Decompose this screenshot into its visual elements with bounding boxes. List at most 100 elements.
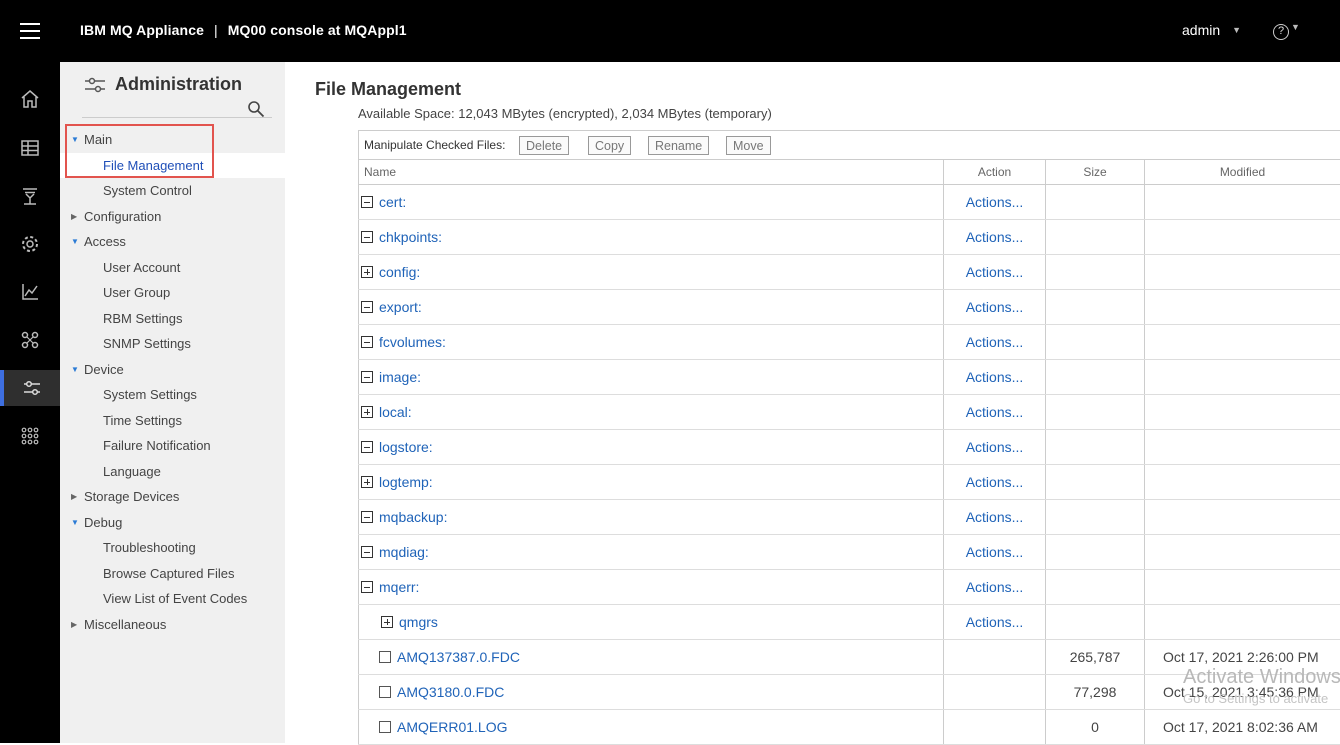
directory-link[interactable]: chkpoints: <box>379 229 442 245</box>
title-separator: | <box>204 22 228 38</box>
directory-link[interactable]: logtemp: <box>379 474 433 490</box>
administration-icon[interactable] <box>0 370 60 406</box>
directory-link[interactable]: local: <box>379 404 412 420</box>
file-link[interactable]: AMQ3180.0.FDC <box>397 684 504 700</box>
file-size <box>1046 535 1145 570</box>
collapse-folder-icon[interactable] <box>361 511 373 523</box>
nav-item-label: User Group <box>103 280 170 305</box>
file-checkbox[interactable] <box>379 686 391 698</box>
search-icon[interactable] <box>247 100 265 123</box>
copy-button[interactable]: Copy <box>588 136 631 155</box>
delete-button[interactable]: Delete <box>519 136 569 155</box>
nav-group-label: Access <box>84 229 126 254</box>
gear-icon[interactable] <box>0 226 60 262</box>
file-checkbox[interactable] <box>379 651 391 663</box>
chart-icon[interactable] <box>0 274 60 310</box>
nav-item-user-account[interactable]: User Account <box>60 255 285 280</box>
directory-link[interactable]: mqerr: <box>379 579 419 595</box>
actions-link[interactable]: Actions... <box>944 255 1046 290</box>
directory-link[interactable]: qmgrs <box>399 614 438 630</box>
expand-folder-icon[interactable] <box>381 616 393 628</box>
directory-link[interactable]: image: <box>379 369 421 385</box>
nav-item-browse-captured-files[interactable]: Browse Captured Files <box>60 561 285 586</box>
nav-group-miscellaneous[interactable]: ▶Miscellaneous <box>60 612 285 637</box>
directory-link[interactable]: config: <box>379 264 420 280</box>
nav-group-debug[interactable]: ▼Debug <box>60 510 285 535</box>
nav-group-main[interactable]: ▼Main <box>60 127 285 152</box>
nav-item-rbm-settings[interactable]: RBM Settings <box>60 306 285 331</box>
nav-item-snmp-settings[interactable]: SNMP Settings <box>60 331 285 356</box>
directory-link[interactable]: cert: <box>379 194 406 210</box>
directory-link[interactable]: mqbackup: <box>379 509 447 525</box>
table-icon[interactable] <box>0 130 60 166</box>
collapse-folder-icon[interactable] <box>361 301 373 313</box>
directory-link[interactable]: mqdiag: <box>379 544 429 560</box>
expand-folder-icon[interactable] <box>361 406 373 418</box>
collapse-folder-icon[interactable] <box>361 196 373 208</box>
actions-link[interactable]: Actions... <box>944 185 1046 220</box>
nav-group-configuration[interactable]: ▶Configuration <box>60 204 285 229</box>
collapse-folder-icon[interactable] <box>361 231 373 243</box>
file-link[interactable]: AMQERR01.LOG <box>397 719 507 735</box>
nav-title: Administration <box>115 74 242 95</box>
table-row: export: Actions... <box>359 290 1340 325</box>
nav-item-system-settings[interactable]: System Settings <box>60 382 285 407</box>
actions-link[interactable]: Actions... <box>944 535 1046 570</box>
actions-link[interactable]: Actions... <box>944 605 1046 640</box>
more-icon[interactable] <box>0 418 60 454</box>
actions-link[interactable]: Actions... <box>944 325 1046 360</box>
actions-link[interactable]: Actions... <box>944 465 1046 500</box>
nav-item-file-management[interactable]: File Management <box>60 153 285 178</box>
nav-item-failure-notification[interactable]: Failure Notification <box>60 433 285 458</box>
nav-group-device[interactable]: ▼Device <box>60 357 285 382</box>
file-checkbox[interactable] <box>379 721 391 733</box>
table-row: mqerr: Actions... <box>359 570 1340 605</box>
actions-link[interactable]: Actions... <box>944 395 1046 430</box>
collapse-triangle-icon: ▶ <box>71 204 77 229</box>
file-link[interactable]: AMQ137387.0.FDC <box>397 649 520 665</box>
actions-link[interactable]: Actions... <box>944 220 1046 255</box>
expand-folder-icon[interactable] <box>361 476 373 488</box>
nav-item-time-settings[interactable]: Time Settings <box>60 408 285 433</box>
network-icon[interactable] <box>0 322 60 358</box>
column-header-modified[interactable]: Modified <box>1145 160 1340 185</box>
nav-item-troubleshooting[interactable]: Troubleshooting <box>60 535 285 560</box>
collapse-folder-icon[interactable] <box>361 581 373 593</box>
collapse-folder-icon[interactable] <box>361 546 373 558</box>
file-size: 265,787 <box>1046 640 1145 675</box>
rename-button[interactable]: Rename <box>648 136 709 155</box>
nav-group-storage-devices[interactable]: ▶Storage Devices <box>60 484 285 509</box>
nav-group-access[interactable]: ▼Access <box>60 229 285 254</box>
nav-item-user-group[interactable]: User Group <box>60 280 285 305</box>
move-button[interactable]: Move <box>726 136 771 155</box>
actions-link[interactable]: Actions... <box>944 290 1046 325</box>
nav-item-system-control[interactable]: System Control <box>60 178 285 203</box>
column-header-name[interactable]: Name <box>359 160 944 185</box>
home-icon[interactable] <box>0 81 60 117</box>
nav-item-event-codes[interactable]: View List of Event Codes <box>60 586 285 611</box>
nav-item-language[interactable]: Language <box>60 459 285 484</box>
collapse-folder-icon[interactable] <box>361 336 373 348</box>
actions-link[interactable]: Actions... <box>944 360 1046 395</box>
collapse-folder-icon[interactable] <box>361 441 373 453</box>
expand-folder-icon[interactable] <box>361 266 373 278</box>
admin-nav-panel: Administration ▼Main File Management Sys… <box>60 62 285 743</box>
actions-link[interactable]: Actions... <box>944 430 1046 465</box>
file-modified <box>1145 570 1340 605</box>
user-menu[interactable]: admin▼ <box>1182 22 1241 38</box>
collapse-folder-icon[interactable] <box>361 371 373 383</box>
queue-manager-icon[interactable] <box>0 178 60 214</box>
directory-link[interactable]: logstore: <box>379 439 433 455</box>
file-size <box>1046 220 1145 255</box>
actions-link[interactable]: Actions... <box>944 570 1046 605</box>
hamburger-menu-icon[interactable] <box>20 23 40 39</box>
column-header-size[interactable]: Size <box>1046 160 1145 185</box>
nav-item-label: Troubleshooting <box>103 535 196 560</box>
directory-link[interactable]: fcvolumes: <box>379 334 446 350</box>
help-icon: ? <box>1273 24 1289 40</box>
main-content: File Management Available Space: 12,043 … <box>285 62 1340 743</box>
file-size <box>1046 430 1145 465</box>
actions-link[interactable]: Actions... <box>944 500 1046 535</box>
help-menu[interactable]: ?▼ <box>1273 21 1300 40</box>
directory-link[interactable]: export: <box>379 299 422 315</box>
